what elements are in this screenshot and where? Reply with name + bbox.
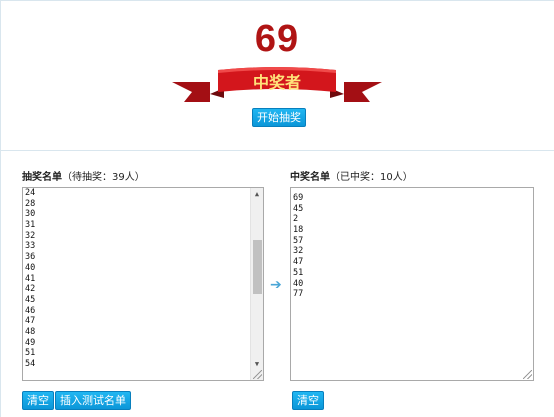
- left-border: [0, 0, 1, 417]
- winners-title-label: 中奖名单: [290, 172, 330, 183]
- winner-number: 69: [254, 18, 300, 60]
- winners-item: 32: [293, 246, 304, 257]
- winners-item: 45: [293, 203, 304, 214]
- pool-item: 30: [25, 209, 36, 220]
- pool-title-label: 抽奖名单: [22, 172, 62, 183]
- winners-item: 47: [293, 257, 304, 268]
- top-border: [0, 0, 554, 1]
- winners-textarea[interactable]: 69 45 2 18 57 32 47 51 40 77: [290, 187, 534, 381]
- pool-count: （待抽奖：39人）: [62, 172, 145, 183]
- pool-item: 46: [25, 305, 36, 316]
- pool-item: 40: [25, 262, 36, 273]
- pool-item: 45: [25, 294, 36, 305]
- insert-test-list-button[interactable]: 插入测试名单: [55, 391, 131, 410]
- pool-item: 28: [25, 198, 36, 209]
- section-divider: [0, 150, 554, 151]
- pool-title: 抽奖名单（待抽奖：39人）: [22, 168, 145, 183]
- winners-title: 中奖名单（已中奖：10人）: [290, 168, 413, 183]
- winners-clear-button[interactable]: 清空: [292, 391, 324, 410]
- resize-grip-icon[interactable]: [523, 370, 532, 379]
- winners-item: 2: [293, 214, 299, 225]
- winners-item: 18: [293, 225, 304, 236]
- winners-item: 40: [293, 278, 304, 289]
- pool-list: 24 28 30 31 32 33 36 40 41 42 45 46 47 48 49 51 54: [25, 188, 35, 370]
- pool-item: 33: [25, 241, 36, 252]
- scroll-thumb[interactable]: [253, 240, 262, 294]
- pool-item: 42: [25, 284, 36, 295]
- pool-scrollbar[interactable]: ▲ ▼: [250, 188, 263, 380]
- arrow-right-icon: ➔: [270, 277, 282, 293]
- pool-item: 24: [25, 188, 36, 198]
- scroll-up-icon[interactable]: ▲: [251, 188, 263, 200]
- winners-item: 57: [293, 235, 304, 246]
- pool-item: 41: [25, 273, 36, 284]
- pool-clear-button[interactable]: 清空: [22, 391, 54, 410]
- pool-item: 49: [25, 337, 36, 348]
- start-draw-button[interactable]: 开始抽奖: [252, 108, 306, 127]
- ribbon-label: 中奖者: [252, 73, 301, 92]
- pool-textarea[interactable]: 24 28 30 31 32 33 36 40 41 42 45 46 47 48 49 51 54 ▲ ▼: [22, 187, 264, 381]
- pool-item: 48: [25, 326, 36, 337]
- winners-list: 69 45 2 18 57 32 47 51 40 77: [293, 193, 303, 300]
- pool-item: 36: [25, 252, 36, 263]
- resize-grip-icon[interactable]: [253, 370, 262, 379]
- pool-item: 32: [25, 230, 36, 241]
- pool-item: 47: [25, 316, 36, 327]
- winners-item: 69: [293, 193, 304, 203]
- pool-item: 31: [25, 220, 36, 231]
- winners-item: 51: [293, 267, 304, 278]
- winners-item: 77: [293, 289, 304, 300]
- pool-item: 51: [25, 348, 36, 359]
- winners-count: （已中奖：10人）: [330, 172, 413, 183]
- scroll-down-icon[interactable]: ▼: [251, 358, 263, 370]
- pool-item: 54: [25, 359, 36, 369]
